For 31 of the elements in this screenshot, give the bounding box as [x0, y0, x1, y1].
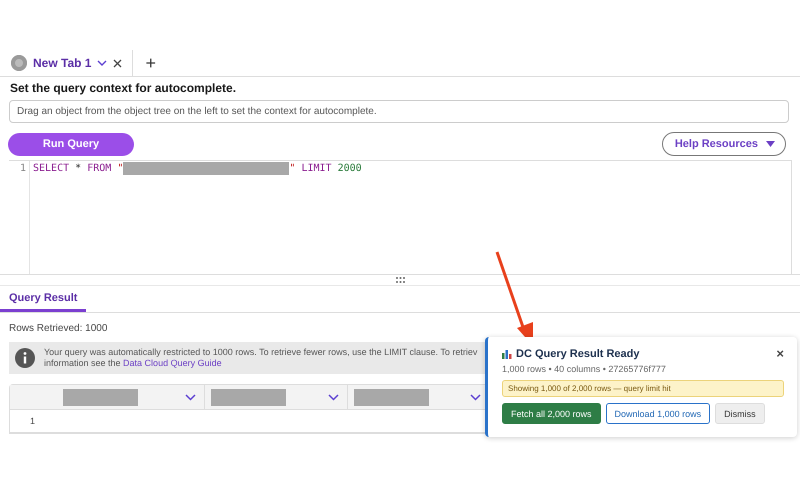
drag-handle-icon[interactable] [396, 277, 404, 283]
tab-icon [11, 55, 27, 71]
chevron-icon[interactable] [470, 394, 481, 400]
close-icon[interactable] [113, 58, 122, 68]
new-tab-button[interactable]: + [133, 50, 168, 76]
popup-title: DC Query Result Ready [516, 348, 640, 360]
code-line: " LIMIT 2000 [289, 163, 362, 174]
download-button[interactable]: Download 1,000 rows [606, 403, 710, 424]
result-meta: 1,000 rows • 40 columns • 27265776f777 [502, 364, 667, 374]
result-tab[interactable]: Query Result [0, 286, 86, 312]
fetch-button[interactable]: Fetch all 2,000 rows [502, 403, 601, 424]
limit-warning: Showing 1,000 of 2,000 rows — query limit hit [502, 380, 784, 397]
info-icon [15, 348, 35, 368]
line-number: 1 [18, 163, 26, 174]
help-resources-button[interactable]: Help Resources [662, 132, 786, 156]
chevron-icon[interactable] [97, 60, 108, 66]
rows-retrieved-text: Rows Retrieved: 1000 [9, 323, 108, 334]
bar-chart-icon [502, 348, 512, 358]
code-line: SELECT * FROM " [33, 163, 124, 174]
context-heading: Set the query context for autocomplete. [10, 81, 238, 95]
context-field[interactable]: Drag an object from the object tree on the left to set the context for autocomplete. [9, 100, 789, 123]
chevron-icon[interactable] [185, 394, 196, 400]
run-query-button[interactable]: Run Query [8, 132, 134, 156]
query-tab[interactable]: New Tab 1 [0, 50, 134, 76]
close-button[interactable]: × [776, 346, 784, 361]
chevron-icon[interactable] [328, 394, 339, 400]
dismiss-button[interactable]: Dismiss [715, 403, 765, 424]
caret-icon [766, 141, 775, 147]
notice-text: Your query was automatically restricted to 1000 rows. To retrieve fewer rows, use the LIMIT clause. To retriev information see the Data Cloud Query Guide [44, 347, 478, 369]
row-number: 1 [30, 416, 36, 426]
query-guide-link[interactable]: Data Cloud Query Guide [123, 358, 222, 368]
